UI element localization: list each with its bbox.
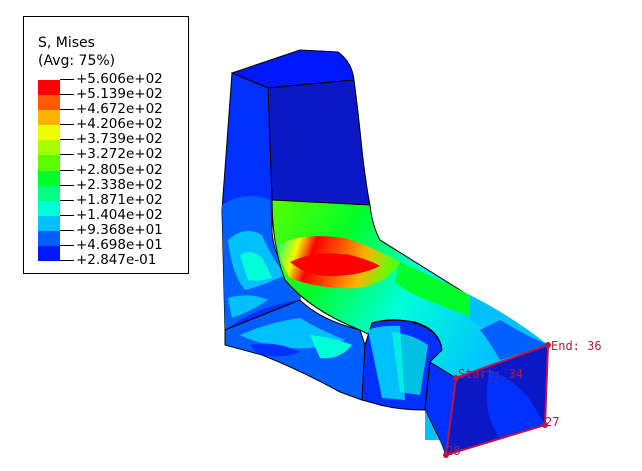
legend-swatch bbox=[38, 185, 60, 201]
start-label: Start: 34 bbox=[458, 367, 523, 381]
contour-legend: S, Mises (Avg: 75%) +5.606e+02 +5.139e+02… bbox=[23, 16, 189, 274]
legend-tick bbox=[60, 169, 74, 171]
legend-subtitle: (Avg: 75%) bbox=[38, 53, 116, 69]
legend-value: +1.871e+02 bbox=[76, 191, 163, 208]
legend-value: +2.805e+02 bbox=[76, 161, 163, 178]
legend-tick bbox=[60, 199, 74, 201]
legend-tick bbox=[60, 245, 74, 247]
legend-value: +4.672e+02 bbox=[76, 101, 163, 118]
legend-swatch bbox=[38, 170, 60, 186]
legend-value: +4.698e+01 bbox=[76, 237, 163, 254]
legend-tick bbox=[60, 154, 74, 156]
legend-value: +4.206e+02 bbox=[76, 116, 163, 133]
legend-value: +9.368e+01 bbox=[76, 221, 163, 238]
legend-swatch bbox=[38, 230, 60, 247]
legend-tick bbox=[60, 79, 74, 80]
legend-tick bbox=[60, 260, 74, 262]
legend-swatch bbox=[38, 215, 60, 231]
legend-tick bbox=[60, 214, 74, 216]
end-label: End: 36 bbox=[551, 339, 602, 353]
legend-value: +3.272e+02 bbox=[76, 146, 163, 163]
legend-tick bbox=[60, 184, 74, 186]
upright-inner-face bbox=[267, 79, 371, 206]
legend-value: +5.606e+02 bbox=[76, 71, 163, 87]
legend-value: +3.739e+02 bbox=[76, 131, 163, 148]
legend-tick bbox=[60, 94, 74, 96]
legend-value: +5.139e+02 bbox=[76, 86, 163, 103]
legend-tick bbox=[60, 109, 74, 111]
legend-swatch bbox=[38, 155, 60, 171]
node-28-label: 28 bbox=[446, 444, 460, 458]
legend-swatch bbox=[38, 125, 60, 141]
legend-tick bbox=[60, 139, 74, 141]
legend-tick bbox=[60, 229, 74, 231]
legend-value: +2.847e-01 bbox=[76, 252, 157, 269]
legend-swatch bbox=[38, 200, 60, 216]
legend-swatch bbox=[38, 80, 60, 96]
legend-value: +1.404e+02 bbox=[76, 206, 163, 223]
node-27-label: 27 bbox=[545, 415, 559, 429]
legend-swatch bbox=[38, 140, 60, 156]
legend-tick bbox=[60, 124, 74, 126]
legend-swatch bbox=[38, 110, 60, 126]
legend-swatch bbox=[38, 246, 60, 262]
legend-swatch bbox=[38, 95, 60, 111]
legend-value: +2.338e+02 bbox=[76, 176, 163, 193]
legend-title: S, Mises bbox=[38, 35, 95, 51]
